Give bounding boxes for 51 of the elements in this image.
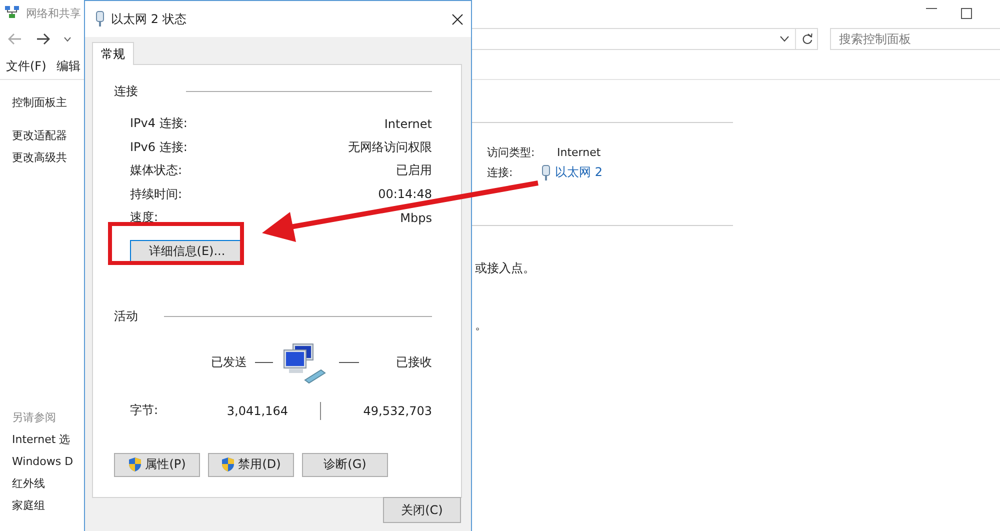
sidebar-link[interactable]: 红外线 <box>12 473 84 495</box>
description-text: 或接入点。 <box>475 260 536 277</box>
bytes-sent: 3,041,164 <box>226 404 288 418</box>
menu-item[interactable]: 编辑 <box>56 58 80 75</box>
action-button[interactable]: 禁用(D) <box>208 452 294 476</box>
chevron-down-icon[interactable] <box>64 36 71 42</box>
chevron-down-icon[interactable] <box>780 36 789 42</box>
access-type-label: 访问类型: <box>487 145 535 160</box>
network-icon <box>4 5 20 21</box>
field-label: 速度: <box>130 209 158 226</box>
field-label: 媒体状态: <box>130 162 182 180</box>
refresh-icon[interactable] <box>802 33 813 45</box>
connection-link[interactable]: 以太网 2 <box>555 164 602 181</box>
action-button[interactable]: 属性(P) <box>114 452 200 476</box>
network-adapter-icon <box>95 11 105 27</box>
field-value: 00:14:48 <box>378 187 432 202</box>
field-label: 持续时间: <box>130 186 182 203</box>
bytes-received: 49,532,703 <box>363 404 432 418</box>
search-field[interactable]: 搜索控制面板 <box>830 28 1000 50</box>
action-button[interactable]: 诊断(G) <box>302 452 388 476</box>
maximize-icon[interactable] <box>961 8 972 18</box>
field-value: Internet <box>384 116 432 131</box>
field-value: 无网络访问权限 <box>348 138 432 156</box>
forward-arrow-icon[interactable] <box>36 33 50 45</box>
sidebar-link[interactable]: 更改高级共 <box>12 147 84 169</box>
bytes-label: 字节: <box>130 402 160 419</box>
field-label: IPv6 连接: <box>130 138 188 156</box>
description-text: 。 <box>475 317 488 334</box>
group-title: 连接 <box>114 83 138 100</box>
received-label: 已接收 <box>396 354 432 371</box>
sidebar-link[interactable]: Internet 选 <box>12 429 84 451</box>
dialog-title: 以太网 2 状态 <box>111 10 188 28</box>
network-adapter-icon <box>541 164 551 180</box>
minimize-icon[interactable] <box>926 8 937 10</box>
sidebar-link[interactable]: 家庭组 <box>12 495 84 517</box>
sidebar-link[interactable]: 更改适配器 <box>12 125 84 147</box>
close-button[interactable]: 关闭(C) <box>383 497 461 523</box>
window-title: 网络和共享 <box>26 6 81 20</box>
field-label: IPv4 连接: <box>130 115 188 132</box>
connection-label: 连接: <box>487 165 513 181</box>
menu-item[interactable]: 文件(F) <box>6 58 46 75</box>
field-value: 已启用 <box>396 162 432 180</box>
field-value: Mbps <box>400 210 432 225</box>
access-type-value: Internet <box>557 145 601 160</box>
close-icon[interactable] <box>452 14 463 24</box>
tab[interactable]: 常规 <box>92 42 134 65</box>
see-also-heading: 另请参阅 <box>12 410 57 426</box>
sent-label: 已发送 <box>211 354 247 371</box>
sidebar-link[interactable]: 控制面板主 <box>12 92 84 114</box>
sidebar-link[interactable]: Windows D <box>12 451 84 473</box>
group-title: 活动 <box>114 308 138 324</box>
